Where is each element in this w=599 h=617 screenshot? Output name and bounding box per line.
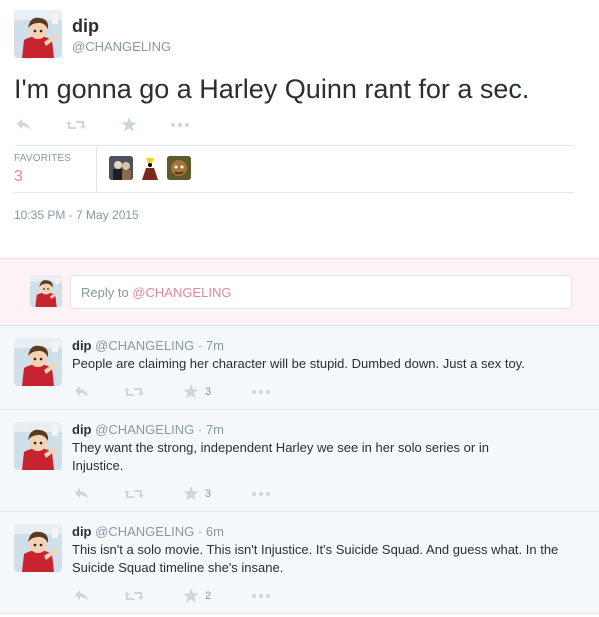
author-handle[interactable]: @CHANGELING [95, 338, 194, 353]
reply-icon[interactable] [74, 487, 90, 501]
favoriter-avatar[interactable] [109, 156, 133, 180]
avatar[interactable] [14, 524, 62, 572]
reply-composer: Reply to @CHANGELING [0, 258, 599, 326]
retweet-icon[interactable] [66, 119, 86, 131]
author-name[interactable]: dip [72, 16, 99, 37]
favorite-button[interactable]: 2 [183, 588, 211, 603]
divider [14, 192, 574, 193]
avatar[interactable] [14, 10, 62, 58]
reply-tweet[interactable]: dip @CHANGELING · 7m They want the stron… [0, 409, 599, 512]
divider [0, 613, 599, 614]
author-name[interactable]: dip [72, 422, 92, 437]
more-icon[interactable] [252, 390, 270, 394]
retweet-icon[interactable] [124, 488, 144, 500]
star-icon[interactable] [121, 117, 137, 132]
tweet-text: I'm gonna go a Harley Quinn rant for a s… [14, 74, 530, 104]
more-icon[interactable] [171, 123, 189, 127]
reply-icon[interactable] [74, 385, 90, 399]
reply-mention: @CHANGELING [132, 285, 232, 300]
tweet-text: They want the strong, independent Harley… [72, 440, 489, 473]
tweet-text: People are claiming her character will b… [72, 356, 525, 371]
favorite-count: 3 [205, 487, 212, 500]
tweet-timestamp[interactable]: 10:35 PM - 7 May 2015 [14, 208, 139, 222]
favoriter-avatar[interactable] [138, 156, 162, 180]
tweet-time[interactable]: · 7m [198, 422, 224, 437]
author-handle[interactable]: @CHANGELING [95, 524, 194, 539]
avatar[interactable] [14, 338, 62, 386]
tweet-meta: dip @CHANGELING · 7m [72, 338, 224, 353]
tweet-time[interactable]: · 6m [198, 524, 224, 539]
tweet-text: This isn't a solo movie. This isn't Inju… [72, 542, 559, 575]
retweet-icon[interactable] [124, 590, 144, 602]
reply-prefix: Reply to [81, 285, 133, 300]
favoriter-avatar[interactable] [167, 156, 191, 180]
favorites-count[interactable]: 3 [14, 168, 23, 186]
favorite-button[interactable]: 3 [183, 486, 211, 501]
divider [96, 146, 97, 192]
avatar [30, 275, 62, 307]
author-name[interactable]: dip [72, 524, 92, 539]
reply-tweet[interactable]: dip @CHANGELING · 6m This isn't a solo m… [0, 511, 599, 614]
reply-input[interactable]: Reply to @CHANGELING [70, 275, 572, 309]
tweet-time[interactable]: · 7m [198, 338, 224, 353]
main-tweet: dip @CHANGELING I'm gonna go a Harley Qu… [0, 0, 599, 258]
reply-icon[interactable] [74, 589, 90, 603]
favorite-count: 3 [205, 385, 212, 398]
reply-tweet[interactable]: dip @CHANGELING · 7m People are claiming… [0, 325, 599, 410]
author-name[interactable]: dip [72, 338, 92, 353]
tweet-meta: dip @CHANGELING · 7m [72, 422, 224, 437]
favorites-label: FAVORITES [14, 153, 72, 164]
star-icon [183, 384, 199, 399]
author-handle[interactable]: @CHANGELING [72, 39, 171, 54]
more-icon[interactable] [252, 594, 270, 598]
favorite-count: 2 [205, 589, 212, 602]
star-icon [183, 486, 199, 501]
avatar[interactable] [14, 422, 62, 470]
reply-icon[interactable] [16, 118, 32, 132]
divider [14, 145, 574, 146]
star-icon [183, 588, 199, 603]
more-icon[interactable] [252, 492, 270, 496]
author-handle[interactable]: @CHANGELING [95, 422, 194, 437]
retweet-icon[interactable] [124, 386, 144, 398]
tweet-meta: dip @CHANGELING · 6m [72, 524, 224, 539]
favorite-button[interactable]: 3 [183, 384, 211, 399]
